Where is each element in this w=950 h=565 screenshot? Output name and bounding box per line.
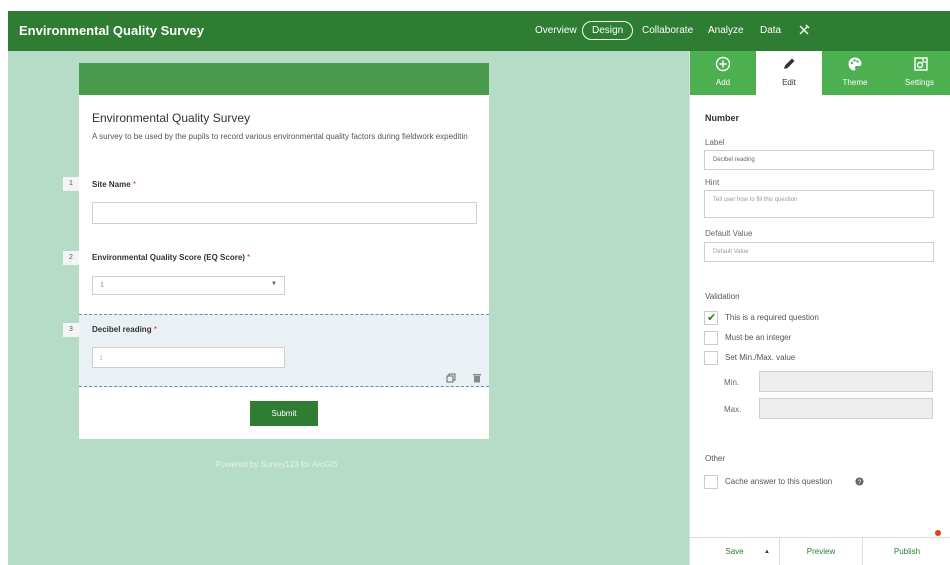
tab-edit[interactable]: Edit xyxy=(756,51,822,95)
checkbox-label: Cache answer to this question xyxy=(725,477,833,486)
help-icon[interactable]: ? xyxy=(855,477,864,486)
nav-design[interactable]: Design xyxy=(582,21,634,40)
cache-answer-option[interactable]: Cache answer to this question ? xyxy=(704,475,904,489)
question-label-text: Decibel reading xyxy=(92,325,152,334)
question-number: 1 xyxy=(63,177,79,191)
site-name-input[interactable] xyxy=(92,202,477,224)
required-question-option[interactable]: ✔ This is a required question xyxy=(704,311,924,325)
caret-down-icon: ▼ xyxy=(271,281,277,287)
required-marker: * xyxy=(153,325,157,334)
checkbox-label: This is a required question xyxy=(725,313,819,322)
default-value-caption: Default Value xyxy=(705,229,753,238)
question-type-heading: Number xyxy=(705,113,740,123)
required-marker: * xyxy=(247,253,251,262)
label-input[interactable]: Decibel reading xyxy=(704,150,934,170)
checkbox[interactable] xyxy=(704,351,718,365)
panel-footer: Save ▲ Preview Publish xyxy=(690,530,950,565)
submit-button[interactable]: Submit xyxy=(250,401,318,426)
question-label[interactable]: Decibel reading * xyxy=(92,325,157,334)
publish-button[interactable]: Publish xyxy=(862,538,950,565)
caret-up-icon[interactable]: ▲ xyxy=(764,538,770,565)
trash-icon[interactable] xyxy=(472,373,482,383)
decibel-number-input[interactable]: ↕ xyxy=(92,347,285,368)
max-label: Max. xyxy=(724,405,742,414)
nav-overview[interactable]: Overview xyxy=(535,25,577,36)
hint-input[interactable]: Tell user how to fill this question xyxy=(704,190,934,218)
app-header: Environmental Quality Survey Overview De… xyxy=(8,11,950,51)
save-label: Save xyxy=(725,547,744,556)
question-label-text: Environmental Quality Score (EQ Score) xyxy=(92,253,245,262)
tab-label: Settings xyxy=(905,78,934,87)
app-title: Environmental Quality Survey xyxy=(19,23,204,38)
preview-button[interactable]: Preview xyxy=(779,538,862,565)
number-icon: ↕ xyxy=(99,353,103,362)
tab-label: Theme xyxy=(842,78,868,87)
default-value-input[interactable]: Default Value xyxy=(704,242,934,262)
integer-option[interactable]: Must be an integer xyxy=(704,331,924,345)
checkbox[interactable] xyxy=(704,475,718,489)
panel-tabs: Add Edit Theme Settings xyxy=(690,51,950,95)
checkmark-icon: ✔ xyxy=(707,312,717,324)
required-marker: * xyxy=(132,180,137,189)
powered-by-text: Powered by Survey123 for ArcGIS xyxy=(216,460,338,469)
question-label[interactable]: Site Name * xyxy=(92,180,136,189)
copy-icon[interactable] xyxy=(446,373,456,383)
nav-analyze[interactable]: Analyze xyxy=(708,25,744,36)
checkbox-label: Must be an integer xyxy=(725,333,792,342)
tab-label: Edit xyxy=(782,78,796,87)
checkbox-label: Set Min./Max. value xyxy=(725,353,796,362)
pencil-icon xyxy=(784,58,795,69)
window-top-strip xyxy=(0,0,950,11)
nav-collaborate[interactable]: Collaborate xyxy=(642,25,693,36)
question-number: 3 xyxy=(63,323,79,337)
checkbox-checked[interactable]: ✔ xyxy=(704,311,718,325)
tab-add[interactable]: Add xyxy=(690,51,756,95)
palette-icon xyxy=(848,57,862,71)
settings-gear-icon xyxy=(914,57,928,71)
nav-data[interactable]: Data xyxy=(760,25,781,36)
checkbox[interactable] xyxy=(704,331,718,345)
eq-score-select[interactable]: 1 ▼ xyxy=(92,276,285,295)
tab-theme[interactable]: Theme xyxy=(822,51,888,95)
min-input[interactable] xyxy=(759,371,933,392)
min-label: Min. xyxy=(724,378,740,387)
other-section-title: Other xyxy=(705,454,726,463)
tab-label: Add xyxy=(715,78,731,87)
svg-text:?: ? xyxy=(858,479,862,486)
form-title[interactable]: Environmental Quality Survey xyxy=(92,111,250,125)
form-header-banner xyxy=(79,63,489,95)
select-value: 1 xyxy=(100,282,104,289)
min-max-option[interactable]: Set Min./Max. value xyxy=(704,351,924,365)
hint-caption: Hint xyxy=(705,178,720,187)
tab-settings[interactable]: Settings xyxy=(888,51,950,95)
validation-section-title: Validation xyxy=(705,292,740,301)
max-input[interactable] xyxy=(759,398,933,419)
properties-panel: Add Edit Theme Settings Number Label Dec… xyxy=(689,51,950,565)
add-circle-icon xyxy=(715,56,731,72)
label-caption: Label xyxy=(705,138,725,147)
question-label-text: Site Name xyxy=(92,180,131,189)
tools-icon[interactable] xyxy=(797,23,811,37)
form-description[interactable]: A survey to be used by the pupils to rec… xyxy=(92,131,478,142)
question-label[interactable]: Environmental Quality Score (EQ Score) * xyxy=(92,253,250,262)
unpublished-changes-dot xyxy=(935,530,941,536)
question-number: 2 xyxy=(63,251,79,265)
